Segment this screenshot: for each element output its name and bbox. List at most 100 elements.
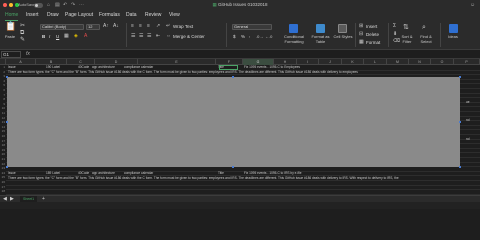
increase-font-icon[interactable]: A↑ — [103, 23, 109, 30]
cell-d25[interactable]: app architecture — [92, 171, 115, 175]
delete-cells-icon[interactable]: ⊟ — [359, 31, 363, 38]
cell-e25[interactable]: compliance calendar — [124, 171, 153, 175]
tab-data[interactable]: Data — [126, 12, 137, 19]
sort-filter-icon[interactable]: ⇅ — [403, 24, 409, 31]
conditional-formatting-icon[interactable] — [289, 24, 298, 33]
embedded-image[interactable] — [6, 76, 461, 168]
account-icon[interactable]: ☺ — [470, 1, 475, 9]
italic-button[interactable]: I — [49, 34, 50, 40]
cell-e1[interactable]: compliance calendar — [124, 65, 153, 69]
formula-bar: G1 fx — [0, 50, 480, 59]
gridline — [6, 74, 480, 76]
borders-icon[interactable]: ▦ — [64, 33, 69, 40]
align-top-icon[interactable]: ≡ — [131, 23, 134, 30]
increase-decimal-icon[interactable]: .0→ — [256, 33, 263, 40]
cell-a1[interactable]: Issue — [8, 65, 16, 69]
cell-a2[interactable]: There are two form types: the "C" form a… — [8, 70, 358, 74]
sort-filter-label[interactable]: Sort & Filter — [397, 34, 417, 44]
decrease-font-icon[interactable]: A↓ — [113, 23, 119, 30]
resize-handle[interactable] — [6, 121, 8, 123]
cell-g1[interactable]: Fix 1095 events - 1095-C to Employees — [244, 65, 300, 69]
tab-insert[interactable]: Insert — [26, 12, 39, 19]
cell-g25[interactable]: Fix 1095 events - 1095-C to IRS by e-fil… — [244, 171, 302, 175]
font-size-value: 12 — [88, 24, 93, 29]
title-bar: AutoSave ⌂ ▤ ↶ ↷ ⋯ ▦ GitHub Issues 01032… — [0, 0, 480, 10]
underline-button[interactable]: U — [56, 34, 59, 40]
name-box-value: G1 — [3, 52, 10, 57]
find-select-label[interactable]: Find & Select — [416, 34, 436, 44]
tab-page-layout[interactable]: Page Layout — [65, 12, 93, 19]
format-as-table-icon[interactable] — [316, 24, 325, 33]
number-format-select[interactable]: General — [232, 24, 272, 30]
cell-c1[interactable]: 40Code — [78, 65, 89, 69]
cell-f25[interactable]: Title — [218, 171, 224, 175]
format-painter-icon[interactable]: ✎ — [20, 37, 25, 44]
resize-handle[interactable] — [459, 166, 461, 168]
align-middle-icon[interactable]: ≡ — [139, 23, 142, 30]
document-title-text: GitHub Issues 01032018 — [217, 2, 268, 7]
name-box[interactable]: G1 — [1, 51, 21, 58]
align-right-icon[interactable]: ☰ — [147, 33, 151, 40]
cell-styles-label[interactable]: Cell Styles — [333, 34, 353, 40]
ideas-icon[interactable] — [449, 24, 458, 33]
cell-b25[interactable]: 189 Label — [46, 171, 60, 175]
cell-c25[interactable]: 40Code — [78, 171, 89, 175]
conditional-formatting-label[interactable]: Conditional Formatting — [279, 34, 309, 44]
gridline — [6, 180, 480, 181]
resize-handle[interactable] — [6, 76, 8, 78]
merge-center-label[interactable]: Merge & Center — [173, 34, 205, 40]
indent-icon[interactable]: ⇤ — [156, 33, 160, 40]
format-as-table-label[interactable]: Format as Table — [308, 34, 333, 44]
fill-color-icon[interactable]: ◈ — [74, 33, 78, 40]
format-cells-icon[interactable]: ▦ — [359, 39, 364, 46]
cell-styles-icon[interactable] — [338, 24, 347, 33]
merge-icon[interactable]: ⇔ — [166, 33, 171, 40]
resize-handle[interactable] — [232, 76, 234, 78]
wrap-text-icon[interactable]: ↵ — [166, 23, 170, 30]
cell-d1[interactable]: app architecture — [92, 65, 115, 69]
resize-handle[interactable] — [459, 121, 461, 123]
cell-a25[interactable]: Issue — [8, 171, 16, 175]
copy-icon[interactable]: ⧉ — [20, 30, 24, 37]
orientation-icon[interactable]: ↗ — [156, 23, 160, 30]
tab-view[interactable]: View — [169, 12, 180, 19]
align-bottom-icon[interactable]: ≡ — [147, 23, 150, 30]
find-select-icon[interactable]: ⌕ — [422, 24, 426, 31]
insert-label[interactable]: Insert — [366, 24, 377, 30]
excel-window: AutoSave ⌂ ▤ ↶ ↷ ⋯ ▦ GitHub Issues 01032… — [0, 0, 480, 209]
comma-icon[interactable]: , — [249, 33, 250, 40]
currency-button[interactable]: $ — [233, 34, 236, 40]
tab-formulas[interactable]: Formulas — [99, 12, 120, 19]
percent-button[interactable]: % — [241, 34, 245, 40]
font-size-select[interactable]: 12 — [86, 24, 100, 30]
wrap-text-label[interactable]: Wrap Text — [173, 24, 193, 30]
resize-handle[interactable] — [459, 76, 461, 78]
delete-label[interactable]: Delete — [366, 32, 379, 38]
tab-home[interactable]: Home — [5, 12, 19, 21]
overflow-text: ue — [466, 100, 470, 104]
cut-icon[interactable]: ✂ — [20, 23, 25, 30]
autosum-icon[interactable]: Σ — [393, 23, 396, 30]
align-left-icon[interactable]: ☰ — [131, 33, 135, 40]
format-label[interactable]: Format — [366, 40, 380, 46]
cell-b1[interactable]: 190 Label — [46, 65, 60, 69]
font-name-select[interactable]: Calibri (Body) — [40, 24, 84, 30]
tab-draw[interactable]: Draw — [47, 12, 59, 19]
resize-handle[interactable] — [6, 166, 8, 168]
font-color-icon[interactable]: A — [84, 33, 87, 40]
bold-button[interactable]: B — [42, 34, 45, 40]
font-name-value: Calibri (Body) — [42, 24, 67, 29]
ideas-label[interactable]: Ideas — [443, 34, 463, 40]
cell-a26[interactable]: There are two form types: the "C" form a… — [8, 176, 399, 180]
sheet-tab-bar: ◀ ▶ Sheet1 + — [0, 195, 480, 203]
fx-label[interactable]: fx — [26, 51, 30, 58]
decrease-decimal-icon[interactable]: ←.0 — [265, 33, 272, 40]
sheet-grid[interactable]: 1 2 3 4 5 6 7 8 9 10 11 12 13 14 15 16 17 18 19 20 21 22 23 24 2… — [0, 65, 480, 195]
insert-cells-icon[interactable]: ⊞ — [359, 23, 363, 30]
separator — [388, 23, 389, 47]
overflow-text: nd — [466, 118, 470, 122]
tab-review[interactable]: Review — [145, 12, 161, 19]
paste-icon[interactable]: 📋 — [5, 22, 16, 31]
align-center-icon[interactable]: ☰ — [139, 33, 143, 40]
resize-handle[interactable] — [232, 166, 234, 168]
